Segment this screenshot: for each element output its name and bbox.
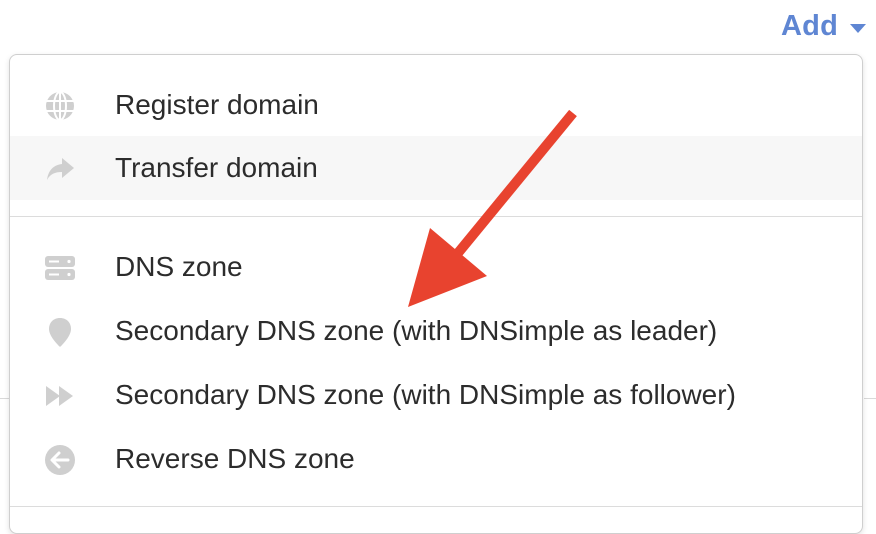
menu-item-register-domain[interactable]: Register domain bbox=[10, 73, 862, 137]
menu-item-label: Secondary DNS zone (with DNSimple as fol… bbox=[115, 379, 736, 410]
circle-arrow-left-icon bbox=[44, 444, 76, 476]
server-icon bbox=[44, 252, 76, 284]
menu-item-secondary-dns-leader[interactable]: Secondary DNS zone (with DNSimple as lea… bbox=[10, 299, 862, 363]
share-arrow-icon bbox=[44, 153, 76, 185]
fast-forward-icon bbox=[44, 380, 76, 412]
caret-down-icon bbox=[850, 23, 866, 33]
menu-divider bbox=[10, 506, 862, 507]
menu-item-label: Reverse DNS zone bbox=[115, 443, 355, 474]
menu-divider bbox=[10, 216, 862, 217]
add-dropdown-menu: Register domain Transfer domain DNS zone bbox=[9, 54, 863, 534]
menu-item-label: DNS zone bbox=[115, 251, 243, 282]
menu-item-dns-zone[interactable]: DNS zone bbox=[10, 235, 862, 299]
background-divider-right bbox=[864, 398, 876, 399]
menu-item-label: Transfer domain bbox=[115, 152, 318, 183]
add-button-label: Add bbox=[781, 9, 838, 42]
map-pin-icon bbox=[44, 316, 76, 348]
add-dropdown-button[interactable]: Add bbox=[781, 6, 866, 46]
menu-item-secondary-dns-follower[interactable]: Secondary DNS zone (with DNSimple as fol… bbox=[10, 363, 862, 427]
globe-icon bbox=[44, 90, 76, 122]
menu-item-label: Secondary DNS zone (with DNSimple as lea… bbox=[115, 315, 718, 346]
menu-item-reverse-dns-zone[interactable]: Reverse DNS zone bbox=[10, 427, 862, 491]
menu-item-transfer-domain[interactable]: Transfer domain bbox=[10, 136, 862, 200]
menu-item-label: Register domain bbox=[115, 89, 319, 120]
